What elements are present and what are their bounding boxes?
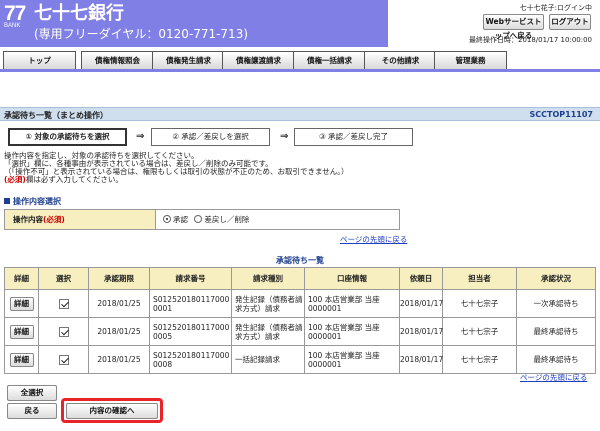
header-status: 承認状況 xyxy=(516,267,596,290)
step-arrow-icon: ⇒ xyxy=(280,131,289,142)
header-deadline: 承認期限 xyxy=(88,267,150,290)
radio-approve-icon[interactable] xyxy=(163,215,171,223)
operation-label-cell: 操作内容(必須) xyxy=(5,210,156,229)
request-type-cell: 発生記録（債務者請求方式）請求 xyxy=(231,317,305,346)
select-all-button[interactable]: 全選択 xyxy=(7,385,57,401)
row-select-checkbox[interactable] xyxy=(58,298,69,309)
web-service-top-button[interactable]: Webサービストップへ戻る xyxy=(483,14,544,40)
tab-claim-transfer[interactable]: 債権譲渡請求 xyxy=(222,51,295,69)
row-select-checkbox[interactable] xyxy=(58,354,69,365)
bank-logo-text: BANK xyxy=(4,23,21,29)
detail-cell: 詳細 xyxy=(4,345,39,374)
required-note-line: (必須)欄は必ず入力してください。 xyxy=(4,176,349,184)
tab-bulk-request[interactable]: 債権一括請求 xyxy=(293,51,366,69)
request-no-cell: S0125201801170000008 xyxy=(149,345,232,374)
detail-cell: 詳細 xyxy=(4,289,39,318)
tab-claim-issue[interactable]: 債権発生請求 xyxy=(152,51,225,69)
select-cell xyxy=(38,289,89,318)
page-title-bar: 承認待ち一覧（まとめ操作） SCCTOP11107 xyxy=(0,107,600,121)
request-date-cell: 2018/01/17 xyxy=(399,345,443,374)
required-tag: (必須) xyxy=(43,215,65,224)
deadline-cell: 2018/01/25 xyxy=(88,345,150,374)
step-arrow-icon: ⇒ xyxy=(136,131,145,142)
status-cell: 最終承認待ち xyxy=(516,345,596,374)
status-cell: 一次承認待ち xyxy=(516,289,596,318)
table-row: 詳細 2018/01/25 S0125201801170000001 発生記録（… xyxy=(4,289,596,318)
detail-button[interactable]: 詳細 xyxy=(9,296,34,311)
step-2: ② 承認／差戻しを選択 xyxy=(151,128,270,146)
header-select: 選択 xyxy=(38,267,89,290)
approval-list-table: 詳細 選択 承認期限 請求番号 請求種別 口座情報 依頼日 担当者 承認状況 詳… xyxy=(4,267,596,374)
bank-name: 七十七銀行 xyxy=(34,3,124,24)
screen-id: SCCTOP11107 xyxy=(529,110,593,119)
request-date-cell: 2018/01/17 xyxy=(399,289,443,318)
operation-section-heading-text: 操作内容選択 xyxy=(13,197,61,206)
required-note: 欄は必ず入力してください。 xyxy=(25,175,123,184)
request-no-cell: S0125201801170000001 xyxy=(149,289,232,318)
tab-top[interactable]: トップ xyxy=(3,51,76,69)
square-bullet-icon xyxy=(4,198,10,204)
step-1-current: ① 対象の承認待ちを選択 xyxy=(8,128,127,146)
page-title: 承認待ち一覧（まとめ操作） xyxy=(4,111,108,120)
approval-list-title: 承認待ち一覧 xyxy=(276,256,324,265)
header-account: 口座情報 xyxy=(304,267,400,290)
table-row: 詳細 2018/01/25 S0125201801170000005 発生記録（… xyxy=(4,317,596,346)
radio-approve-label[interactable]: 承認 xyxy=(173,215,188,224)
confirm-content-button[interactable]: 内容の確認へ xyxy=(66,403,158,419)
login-status: 七十七花子:ログイン中 xyxy=(519,4,592,12)
table-header-row: 詳細 選択 承認期限 請求番号 請求種別 口座情報 依頼日 担当者 承認状況 xyxy=(4,267,596,290)
detail-button[interactable]: 詳細 xyxy=(9,352,34,367)
radio-reject-label[interactable]: 差戻し／削除 xyxy=(204,215,249,224)
header-request-type: 請求種別 xyxy=(231,267,305,290)
account-cell: 100 本店営業部 当座 0000001 xyxy=(304,289,400,318)
page-top-link[interactable]: ページの先頭に戻る xyxy=(340,234,407,245)
person-cell: 七十七宗子 xyxy=(442,345,517,374)
header-person: 担当者 xyxy=(442,267,517,290)
request-type-cell: 一括記録請求 xyxy=(231,345,305,374)
request-date-cell: 2018/01/17 xyxy=(399,317,443,346)
page-top-link-bottom[interactable]: ページの先頭に戻る xyxy=(520,372,587,383)
tab-other-request[interactable]: その他請求 xyxy=(364,51,437,69)
header-request-no: 請求番号 xyxy=(149,267,232,290)
required-tag: (必須) xyxy=(4,175,26,184)
status-cell: 最終承認待ち xyxy=(516,317,596,346)
last-operation-time: 最終操作日時：2018/01/17 10:00:00 xyxy=(468,36,592,44)
detail-cell: 詳細 xyxy=(4,317,39,346)
instructions: 操作内容を指定し、対象の承認待ちを選択してください。 「選択」欄に、各種事由が表… xyxy=(4,152,349,184)
deadline-cell: 2018/01/25 xyxy=(88,289,150,318)
tab-admin[interactable]: 管理業務 xyxy=(434,51,507,69)
table-row: 詳細 2018/01/25 S0125201801170000008 一括記録請… xyxy=(4,345,596,374)
back-button[interactable]: 戻る xyxy=(7,403,57,419)
request-type-cell: 発生記録（債務者請求方式）請求 xyxy=(231,289,305,318)
person-cell: 七十七宗子 xyxy=(442,317,517,346)
step-3: ③ 承認／差戻し完了 xyxy=(294,128,413,146)
detail-button[interactable]: 詳細 xyxy=(9,324,34,339)
main-tab-bar: トップ 債権情報照会 債権発生請求 債権譲渡請求 債権一括請求 その他請求 管理… xyxy=(0,49,600,72)
operation-section-heading: 操作内容選択 xyxy=(4,196,61,207)
radio-reject[interactable]: 差戻し／削除 xyxy=(194,215,249,224)
row-select-checkbox[interactable] xyxy=(58,326,69,337)
header-request-date: 依頼日 xyxy=(399,267,443,290)
tab-claim-inquiry[interactable]: 債権情報照会 xyxy=(81,51,154,69)
operation-radio-group: 承認 差戻し／削除 xyxy=(157,210,249,229)
select-cell xyxy=(38,345,89,374)
request-no-cell: S0125201801170000005 xyxy=(149,317,232,346)
operation-label: 操作内容 xyxy=(13,215,43,224)
logout-button[interactable]: ログアウト xyxy=(549,14,591,30)
header-banner: 77 BANK 七十七銀行 (専用フリーダイヤル：0120-771-713) xyxy=(0,0,388,47)
operation-select-table: 操作内容(必須) 承認 差戻し／削除 xyxy=(4,209,400,230)
radio-approve[interactable]: 承認 xyxy=(163,215,188,224)
deadline-cell: 2018/01/25 xyxy=(88,317,150,346)
person-cell: 七十七宗子 xyxy=(442,289,517,318)
header-detail: 詳細 xyxy=(4,267,39,290)
account-cell: 100 本店営業部 当座 0000001 xyxy=(304,317,400,346)
phone-number: (専用フリーダイヤル：0120-771-713) xyxy=(34,27,249,41)
select-cell xyxy=(38,317,89,346)
radio-reject-icon[interactable] xyxy=(194,215,203,223)
account-cell: 100 本店営業部 当座 0000001 xyxy=(304,345,400,374)
